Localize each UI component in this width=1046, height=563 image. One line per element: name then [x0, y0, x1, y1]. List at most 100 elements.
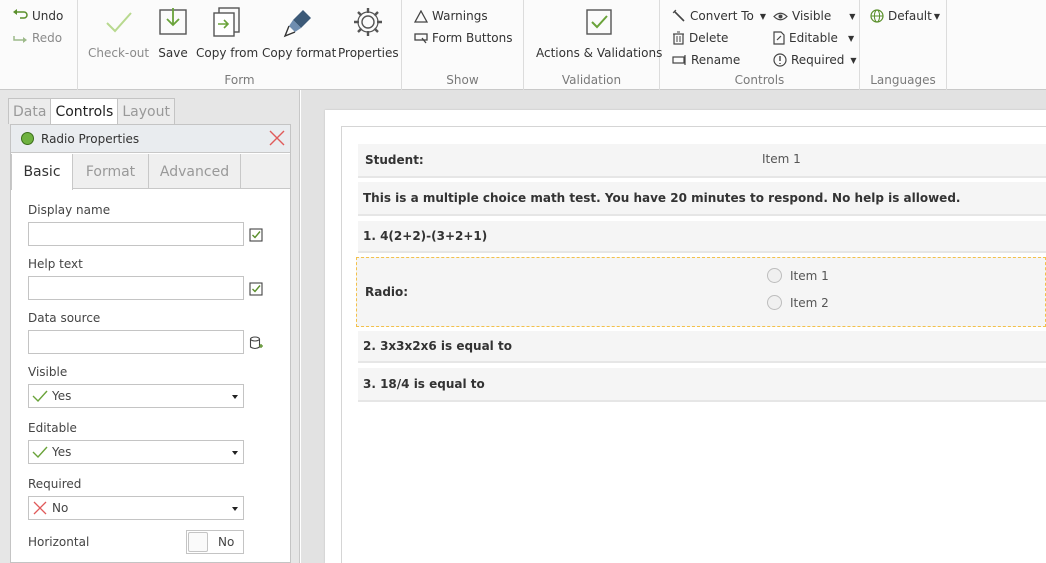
- checkbox-check-icon[interactable]: [249, 228, 263, 242]
- copy-from-button[interactable]: Copy from: [196, 6, 258, 60]
- editable-value: Yes: [52, 445, 72, 459]
- properties-button[interactable]: Properties: [338, 6, 399, 60]
- radio-option-2[interactable]: Item 2: [767, 295, 829, 310]
- form-buttons-label: Form Buttons: [432, 31, 513, 45]
- rename-button[interactable]: Rename: [672, 53, 740, 67]
- save-button[interactable]: Save: [157, 6, 189, 60]
- info-circle-icon: [773, 53, 787, 67]
- chevron-down-icon: ▼: [759, 11, 767, 21]
- properties-title: Radio Properties: [41, 131, 140, 146]
- horizontal-value: No: [218, 535, 235, 549]
- question-3-text: 3. 18/4 is equal to: [363, 377, 485, 391]
- editable-field-label: Editable: [28, 421, 77, 435]
- question-2-row[interactable]: 2. 3x3x2x6 is equal to: [358, 331, 1046, 363]
- actions-validations-label: Actions & Validations: [536, 46, 663, 60]
- undo-label: Undo: [32, 9, 64, 23]
- tab-basic[interactable]: Basic: [11, 154, 73, 190]
- question-1-row[interactable]: 1. 4(2+2)-(3+2+1): [358, 221, 1046, 253]
- trash-icon: [673, 31, 684, 45]
- copy-format-label: Copy format: [262, 46, 337, 60]
- save-label: Save: [158, 46, 188, 60]
- validation-group: Actions & Validations Validation: [524, 0, 662, 90]
- required-label: Required: [791, 53, 845, 67]
- intro-row[interactable]: This is a multiple choice math test. You…: [358, 182, 1046, 216]
- question-3-row[interactable]: 3. 18/4 is equal to: [358, 368, 1046, 402]
- validation-group-label: Validation: [561, 73, 622, 87]
- form-buttons-button[interactable]: Form Buttons: [414, 31, 513, 45]
- languages-group: Default ▼ Languages: [860, 0, 947, 90]
- student-value: Item 1: [762, 152, 801, 166]
- required-field-label: Required: [28, 477, 82, 491]
- controls-group-label: Controls: [734, 73, 785, 87]
- tab-controls[interactable]: Controls: [50, 98, 119, 125]
- validation-check-icon: [586, 9, 612, 35]
- delete-button[interactable]: Delete: [672, 31, 728, 45]
- close-icon[interactable]: [268, 129, 286, 147]
- save-icon: [159, 8, 187, 35]
- show-group-label: Show: [446, 73, 479, 87]
- checkout-label: Check-out: [88, 46, 150, 60]
- properties-subtabs: Basic Format Advanced: [11, 154, 290, 190]
- languages-group-label: Languages: [870, 73, 936, 87]
- visible-select[interactable]: Yes: [28, 384, 244, 408]
- radio-button[interactable]: [767, 268, 782, 283]
- radio-row[interactable]: Radio: Item 1 Item 2: [356, 257, 1046, 327]
- rename-icon: [672, 55, 686, 65]
- radio-option-1-label: Item 1: [790, 268, 829, 283]
- eye-icon: [773, 12, 788, 20]
- checkmark-icon: [32, 446, 48, 458]
- form-buttons-icon: [414, 33, 428, 44]
- redo-button[interactable]: Redo: [12, 31, 62, 45]
- horizontal-toggle[interactable]: No: [186, 530, 244, 554]
- show-group: Warnings Form Buttons Show: [402, 0, 524, 90]
- checkbox-check-icon[interactable]: [249, 282, 263, 296]
- history-group: Undo Redo: [0, 0, 78, 90]
- student-row[interactable]: Student: Item 1: [358, 144, 1046, 178]
- chevron-down-icon: ▼: [847, 33, 855, 43]
- display-name-label: Display name: [28, 203, 111, 217]
- copy-format-button[interactable]: Copy format: [262, 6, 336, 60]
- display-name-input[interactable]: [28, 222, 244, 246]
- gear-icon: [354, 8, 383, 36]
- data-source-input[interactable]: [28, 330, 244, 354]
- left-panel: Data Controls Layout Radio Properties Ba…: [0, 90, 300, 563]
- warnings-label: Warnings: [432, 9, 488, 23]
- editable-button[interactable]: Editable ▼: [773, 31, 854, 45]
- question-2-text: 2. 3x3x2x6 is equal to: [363, 339, 512, 353]
- visible-field-label: Visible: [28, 365, 68, 379]
- radio-option-2-label: Item 2: [790, 295, 829, 310]
- chevron-down-icon: [232, 395, 238, 399]
- tab-format[interactable]: Format: [73, 154, 149, 189]
- tab-layout[interactable]: Layout: [117, 98, 175, 124]
- visible-label: Visible: [792, 9, 832, 23]
- database-add-icon[interactable]: [249, 336, 263, 350]
- visible-button[interactable]: Visible ▼: [773, 9, 855, 23]
- editable-select[interactable]: Yes: [28, 440, 244, 464]
- tab-advanced[interactable]: Advanced: [149, 154, 241, 189]
- cross-icon: [33, 501, 47, 515]
- required-value: No: [52, 501, 69, 515]
- warnings-button[interactable]: Warnings: [414, 9, 488, 23]
- language-default-button[interactable]: Default ▼: [870, 9, 940, 23]
- help-text-input[interactable]: [28, 276, 244, 300]
- checkmark-icon: [105, 12, 132, 33]
- form-group-label: Form: [224, 73, 255, 87]
- radio-properties-panel: Radio Properties Basic Format Advanced D…: [10, 124, 291, 563]
- actions-validations-button[interactable]: Actions & Validations: [536, 6, 662, 60]
- horizontal-label: Horizontal: [28, 535, 90, 549]
- required-button[interactable]: Required ▼: [773, 53, 857, 67]
- intro-text: This is a multiple choice math test. You…: [363, 191, 961, 205]
- convert-to-button[interactable]: Convert To ▼: [672, 9, 766, 23]
- question-1-text: 1. 4(2+2)-(3+2+1): [363, 229, 488, 243]
- radio-option-1[interactable]: Item 1: [767, 268, 829, 283]
- convert-to-label: Convert To: [690, 9, 754, 23]
- globe-icon: [870, 9, 884, 23]
- radio-button[interactable]: [767, 295, 782, 310]
- tab-data[interactable]: Data: [8, 98, 52, 124]
- form-group: Check-out Save Copy from Copy format Pro…: [78, 0, 402, 90]
- undo-button[interactable]: Undo: [12, 9, 63, 23]
- warning-icon: [414, 9, 428, 23]
- checkout-button[interactable]: Check-out: [88, 6, 149, 60]
- required-select[interactable]: No: [28, 496, 244, 520]
- copy-from-label: Copy from: [196, 46, 259, 60]
